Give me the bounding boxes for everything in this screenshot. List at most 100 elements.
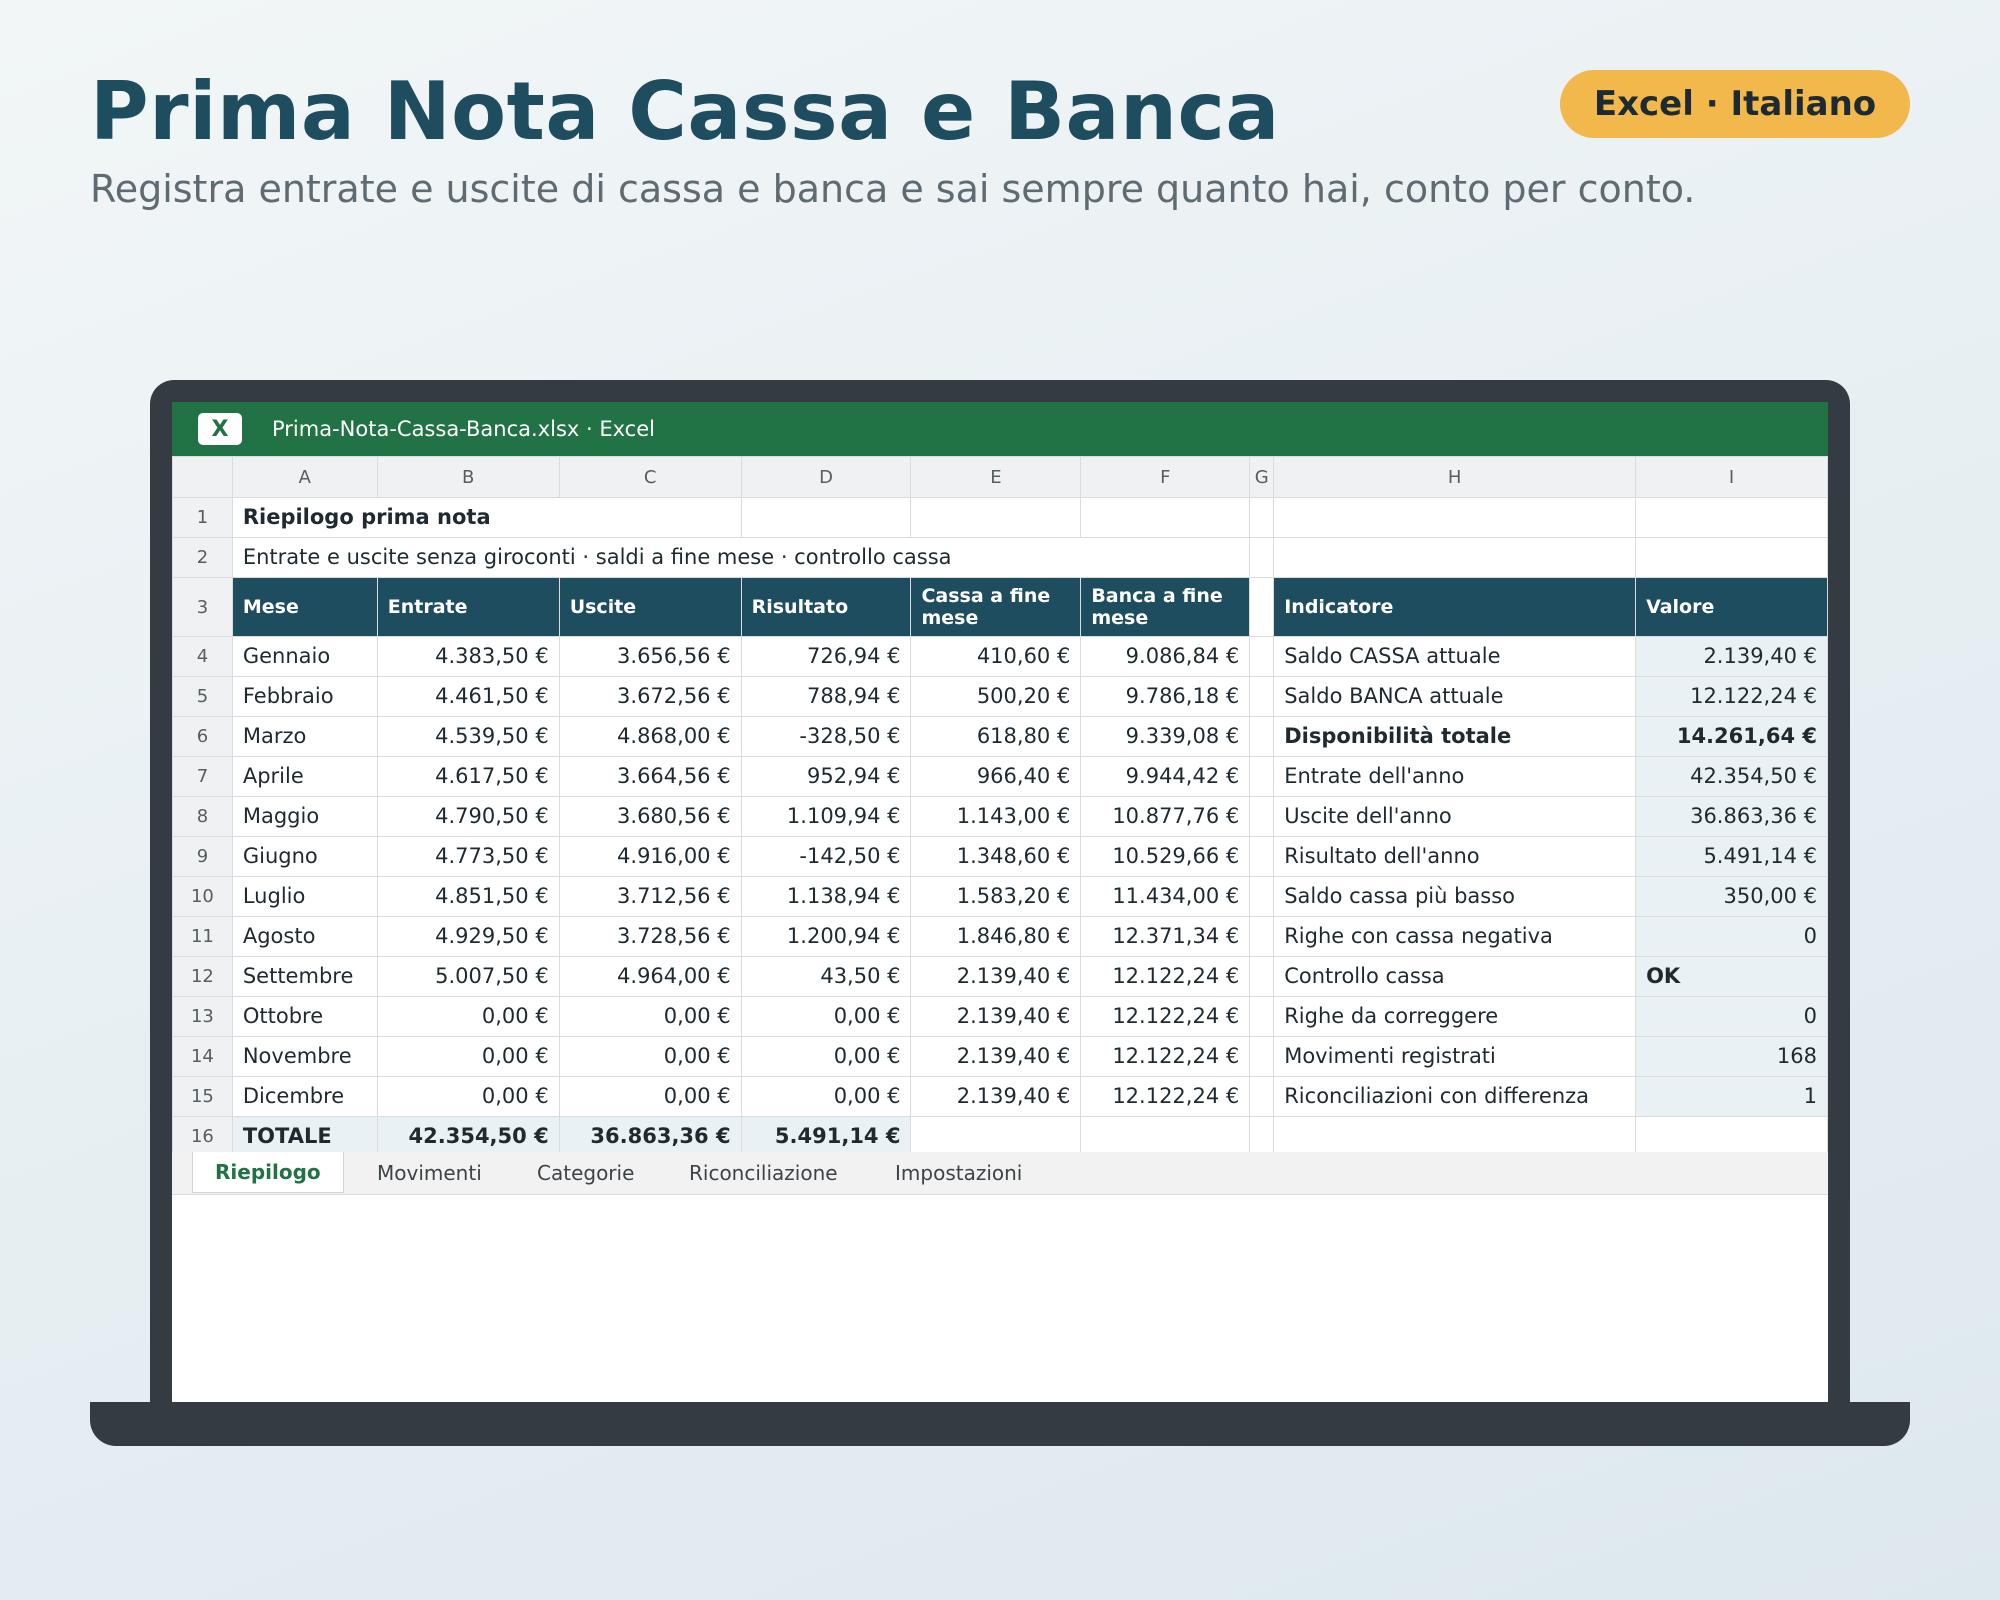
cell-entrate[interactable]: 4.773,50 € [376, 836, 560, 877]
kpi-value[interactable]: 1 [1635, 1076, 1828, 1117]
cell-cassa[interactable]: 2.139,40 € [910, 996, 1082, 1037]
row-number[interactable]: 10 [172, 876, 233, 917]
kpi-value[interactable]: 36.863,36 € [1635, 796, 1828, 837]
cell-mese[interactable]: Gennaio [231, 636, 378, 677]
kpi-label[interactable]: Righe da correggere [1273, 996, 1637, 1037]
cell[interactable] [1249, 497, 1275, 538]
cell-entrate[interactable]: 0,00 € [376, 1076, 560, 1117]
column-header[interactable]: B [376, 456, 560, 498]
cell-cassa[interactable]: 2.139,40 € [910, 1076, 1082, 1117]
cell-uscite[interactable]: 4.964,00 € [558, 956, 742, 997]
column-header[interactable]: I [1635, 456, 1828, 498]
row-number[interactable]: 12 [172, 956, 233, 997]
cell-entrate[interactable]: 4.851,50 € [376, 876, 560, 917]
cell-uscite[interactable]: 0,00 € [558, 996, 742, 1037]
cell[interactable] [1635, 1116, 1828, 1157]
row-number[interactable]: 7 [172, 756, 233, 797]
tab-impostazioni[interactable]: Impostazioni [895, 1152, 1022, 1194]
row-number[interactable]: 5 [172, 676, 233, 717]
cell-uscite[interactable]: 3.712,56 € [558, 876, 742, 917]
kpi-label[interactable]: Risultato dell'anno [1273, 836, 1637, 877]
column-header[interactable]: A [231, 456, 378, 498]
cell-banca[interactable]: 12.122,24 € [1080, 1076, 1251, 1117]
cell-cassa[interactable]: 966,40 € [910, 756, 1082, 797]
header-valore[interactable]: Valore [1635, 577, 1828, 637]
cell-risultato[interactable]: 1.138,94 € [740, 876, 912, 917]
cell-uscite[interactable]: 3.672,56 € [558, 676, 742, 717]
cell-entrate[interactable]: 5.007,50 € [376, 956, 560, 997]
kpi-label[interactable]: Controllo cassa [1273, 956, 1637, 997]
cell-cassa[interactable]: 1.583,20 € [910, 876, 1082, 917]
cell-uscite[interactable]: 3.656,56 € [558, 636, 742, 677]
cell-banca[interactable]: 9.786,18 € [1080, 676, 1251, 717]
cell-cassa[interactable]: 1.143,00 € [910, 796, 1082, 837]
column-header[interactable]: F [1080, 456, 1251, 498]
cell-risultato[interactable]: 1.200,94 € [740, 916, 912, 957]
row-number[interactable]: 11 [172, 916, 233, 957]
row-number[interactable]: 9 [172, 836, 233, 877]
cell-cassa[interactable]: 500,20 € [910, 676, 1082, 717]
kpi-label[interactable]: Saldo CASSA attuale [1273, 636, 1637, 677]
cell-cassa[interactable]: 1.348,60 € [910, 836, 1082, 877]
total-entrate[interactable]: 42.354,50 € [376, 1116, 560, 1157]
cell-risultato[interactable]: 0,00 € [740, 1076, 912, 1117]
cell-uscite[interactable]: 3.680,56 € [558, 796, 742, 837]
cell[interactable] [1249, 577, 1275, 637]
cell-risultato[interactable]: 726,94 € [740, 636, 912, 677]
cell[interactable] [1635, 497, 1828, 538]
cell-mese[interactable]: Aprile [231, 756, 378, 797]
total-uscite[interactable]: 36.863,36 € [558, 1116, 742, 1157]
cell[interactable] [1249, 676, 1275, 717]
cell-banca[interactable]: 9.339,08 € [1080, 716, 1251, 757]
cell[interactable] [1249, 876, 1275, 917]
cell[interactable] [1249, 537, 1275, 578]
cell-banca[interactable]: 9.944,42 € [1080, 756, 1251, 797]
total-label[interactable]: TOTALE [231, 1116, 378, 1157]
cell-risultato[interactable]: 1.109,94 € [740, 796, 912, 837]
kpi-label[interactable]: Saldo cassa più basso [1273, 876, 1637, 917]
cell-entrate[interactable]: 0,00 € [376, 996, 560, 1037]
cell[interactable] [1249, 1076, 1275, 1117]
header-indicatore[interactable]: Indicatore [1273, 577, 1637, 637]
kpi-value[interactable]: 350,00 € [1635, 876, 1828, 917]
column-header[interactable]: E [910, 456, 1082, 498]
cell-mese[interactable]: Agosto [231, 916, 378, 957]
cell[interactable] [1080, 1116, 1251, 1157]
row-number[interactable]: 3 [172, 577, 233, 637]
row-number[interactable]: 6 [172, 716, 233, 757]
row-number[interactable]: 1 [172, 497, 233, 538]
cell[interactable] [910, 497, 1082, 538]
cell[interactable] [1273, 537, 1637, 578]
select-all-corner[interactable] [172, 456, 233, 498]
kpi-label[interactable]: Righe con cassa negativa [1273, 916, 1637, 957]
header-banca[interactable]: Banca a fine mese [1080, 577, 1251, 637]
cell[interactable] [1273, 497, 1637, 538]
header-risultato[interactable]: Risultato [740, 577, 912, 637]
row-number[interactable]: 15 [172, 1076, 233, 1117]
cell-mese[interactable]: Ottobre [231, 996, 378, 1037]
tab-movimenti[interactable]: Movimenti [377, 1152, 482, 1194]
cell-banca[interactable]: 11.434,00 € [1080, 876, 1251, 917]
cell-entrate[interactable]: 4.461,50 € [376, 676, 560, 717]
kpi-label[interactable]: Disponibilità totale [1273, 716, 1637, 757]
cell[interactable] [910, 1116, 1082, 1157]
cell-cassa[interactable]: 2.139,40 € [910, 956, 1082, 997]
cell-risultato[interactable]: 952,94 € [740, 756, 912, 797]
tab-categorie[interactable]: Categorie [537, 1152, 634, 1194]
cell[interactable] [1249, 916, 1275, 957]
cell[interactable] [1249, 956, 1275, 997]
cell-banca[interactable]: 12.122,24 € [1080, 996, 1251, 1037]
cell-uscite[interactable]: 4.868,00 € [558, 716, 742, 757]
cell-risultato[interactable]: 788,94 € [740, 676, 912, 717]
cell[interactable] [1249, 716, 1275, 757]
cell[interactable] [1635, 537, 1828, 578]
cell-cassa[interactable]: 1.846,80 € [910, 916, 1082, 957]
cell-cassa[interactable]: 2.139,40 € [910, 1036, 1082, 1077]
cell-risultato[interactable]: 43,50 € [740, 956, 912, 997]
cell-mese[interactable]: Marzo [231, 716, 378, 757]
cell-banca[interactable]: 10.529,66 € [1080, 836, 1251, 877]
row-number[interactable]: 4 [172, 636, 233, 677]
cell-risultato[interactable]: -142,50 € [740, 836, 912, 877]
cell-mese[interactable]: Settembre [231, 956, 378, 997]
cell-uscite[interactable]: 3.664,56 € [558, 756, 742, 797]
